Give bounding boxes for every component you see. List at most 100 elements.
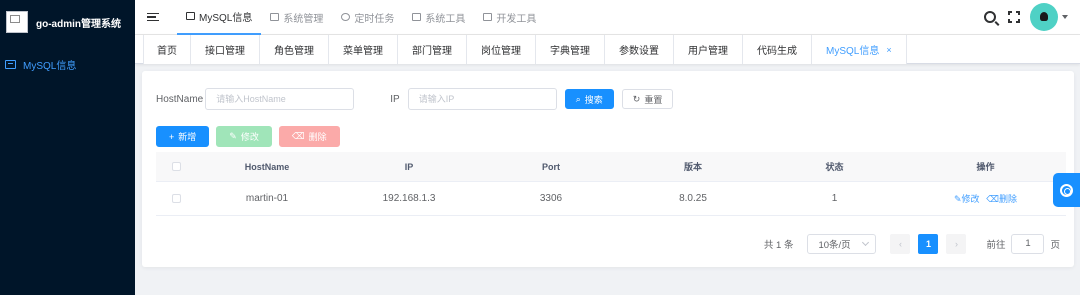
col-actions: 操作 [976, 162, 995, 172]
top-nav: MySQL信息 系统管理 定时任务 系统工具 开发工具 [177, 0, 545, 35]
avatar[interactable] [1030, 3, 1058, 31]
tag-gen[interactable]: 代码生成 [743, 35, 812, 64]
content-card: HostName 请输入HostName IP 请输入IP ⌕ 搜索 ↻ 重置 … [142, 71, 1074, 267]
sidebar-item-mysql[interactable]: MySQL信息 [0, 44, 135, 84]
chevron-down-icon [862, 238, 870, 247]
col-port: Port [542, 161, 560, 172]
tag-label: 接口管理 [205, 46, 245, 57]
mysql-table: HostName IP Port 版本 状态 操作 martin-01 192.… [156, 152, 1066, 216]
add-button-label: 新增 [178, 132, 197, 142]
table-row: martin-01 192.168.1.3 3306 8.0.25 1 ✎修改 … [156, 182, 1066, 216]
hostname-input[interactable]: 请输入HostName [205, 88, 355, 110]
database-icon [186, 12, 195, 20]
topnav-item-dev[interactable]: 开发工具 [474, 0, 545, 35]
total-count: 共 1 条 [763, 240, 794, 251]
next-page-button[interactable]: › [946, 234, 967, 254]
filter-form: HostName 请输入HostName IP 请输入IP ⌕ 搜索 ↻ 重置 [156, 88, 1056, 110]
row-edit-label: 修改 [961, 194, 980, 204]
topnav-label: 开发工具 [496, 13, 537, 25]
tag-post[interactable]: 岗位管理 [467, 35, 536, 64]
top-right-tools [984, 3, 1068, 31]
page-size-select[interactable]: 10条/页 [807, 234, 877, 254]
database-icon [5, 59, 16, 69]
topnav-label: 系统管理 [283, 13, 324, 25]
gear-icon [1060, 183, 1073, 197]
topnav-item-mysql[interactable]: MySQL信息 [177, 0, 262, 35]
cell-version: 8.0.25 [679, 193, 707, 204]
select-all-cell [156, 162, 196, 171]
topnav-label: 系统工具 [425, 13, 466, 25]
tag-label: MySQL信息 [826, 46, 880, 57]
prev-page-button[interactable]: ‹ [890, 234, 911, 254]
goto-input[interactable]: 1 [1011, 234, 1045, 254]
tools-icon [412, 13, 422, 21]
fullscreen-icon[interactable] [1008, 11, 1020, 23]
topnav-item-tools[interactable]: 系统工具 [403, 0, 474, 35]
ip-label: IP [390, 93, 400, 105]
row-checkbox[interactable] [171, 194, 181, 203]
tag-label: 部门管理 [412, 46, 452, 57]
page-size-value: 10条/页 [818, 240, 851, 251]
reset-button-label: 重置 [644, 94, 663, 105]
tag-mysql[interactable]: MySQL信息 × [812, 35, 907, 64]
hostname-label: HostName [156, 93, 204, 105]
brand-title: go-admin管理系统 [36, 18, 121, 30]
ip-group: IP 请输入IP [390, 88, 557, 110]
search-button[interactable]: ⌕ 搜索 [564, 89, 614, 109]
action-bar: + 新增 ✎ 修改 ⌫ 删除 [156, 126, 340, 147]
delete-button-label: 删除 [308, 132, 327, 142]
tag-menu[interactable]: 菜单管理 [329, 35, 398, 64]
edit-button-label: 修改 [240, 132, 259, 142]
tag-label: 代码生成 [757, 46, 797, 57]
cell-status: 1 [831, 193, 838, 204]
topnav-item-system[interactable]: 系统管理 [261, 0, 332, 35]
topnav-item-cron[interactable]: 定时任务 [332, 0, 403, 35]
page-unit-label: 页 [1050, 240, 1060, 251]
ip-input[interactable]: 请输入IP [407, 88, 557, 110]
row-edit-link[interactable]: ✎修改 [954, 194, 980, 204]
col-version: 版本 [683, 162, 702, 172]
goto-page: 前往 1 页 [986, 234, 1060, 254]
topnav-label: MySQL信息 [199, 12, 253, 24]
tag-label: 角色管理 [274, 46, 314, 57]
tag-user[interactable]: 用户管理 [674, 35, 743, 64]
tag-config[interactable]: 参数设置 [605, 35, 674, 64]
row-delete-label: 删除 [999, 194, 1018, 204]
tag-home[interactable]: 首页 [143, 35, 191, 64]
cell-actions: ✎修改 ⌫删除 [905, 192, 1066, 205]
col-status: 状态 [825, 162, 844, 172]
row-delete-link[interactable]: ⌫删除 [986, 194, 1017, 204]
edit-icon: ✎ [229, 131, 237, 141]
pagination: 共 1 条 10条/页 ‹ 1 › 前往 1 页 [764, 234, 1060, 254]
topbar: MySQL信息 系统管理 定时任务 系统工具 开发工具 [135, 0, 1080, 35]
tag-label: 首页 [157, 46, 177, 57]
brand: go-admin管理系统 [0, 0, 135, 44]
sidebar: go-admin管理系统 MySQL信息 [0, 0, 135, 295]
tag-role[interactable]: 角色管理 [260, 35, 329, 64]
tag-dept[interactable]: 部门管理 [398, 35, 467, 64]
tag-dict[interactable]: 字典管理 [536, 35, 605, 64]
reset-button[interactable]: ↻ 重置 [621, 89, 674, 109]
refresh-icon: ↻ [632, 93, 641, 104]
table-header: HostName IP Port 版本 状态 操作 [156, 152, 1066, 182]
close-icon[interactable]: × [886, 45, 891, 55]
grid-icon [270, 13, 280, 21]
cell-port: 3306 [539, 193, 563, 204]
settings-button[interactable] [1053, 173, 1080, 207]
hamburger-icon[interactable] [147, 11, 159, 24]
caret-down-icon[interactable] [1062, 15, 1068, 19]
delete-button[interactable]: ⌫ 删除 [278, 126, 340, 147]
select-all-checkbox[interactable] [171, 162, 181, 171]
search-button-label: 搜索 [584, 94, 603, 105]
add-button[interactable]: + 新增 [156, 126, 210, 147]
tag-api[interactable]: 接口管理 [191, 35, 260, 64]
search-icon[interactable] [984, 11, 996, 23]
tag-label: 用户管理 [688, 46, 728, 57]
page-number-current[interactable]: 1 [918, 234, 939, 254]
tag-label: 菜单管理 [343, 46, 383, 57]
tags-view: 首页 接口管理 角色管理 菜单管理 部门管理 岗位管理 字典管理 参数设置 用户… [135, 35, 1080, 64]
cell-ip: 192.168.1.3 [382, 193, 436, 204]
goto-label: 前往 [986, 240, 1006, 251]
sidebar-item-label: MySQL信息 [23, 60, 77, 72]
edit-button[interactable]: ✎ 修改 [216, 126, 272, 147]
